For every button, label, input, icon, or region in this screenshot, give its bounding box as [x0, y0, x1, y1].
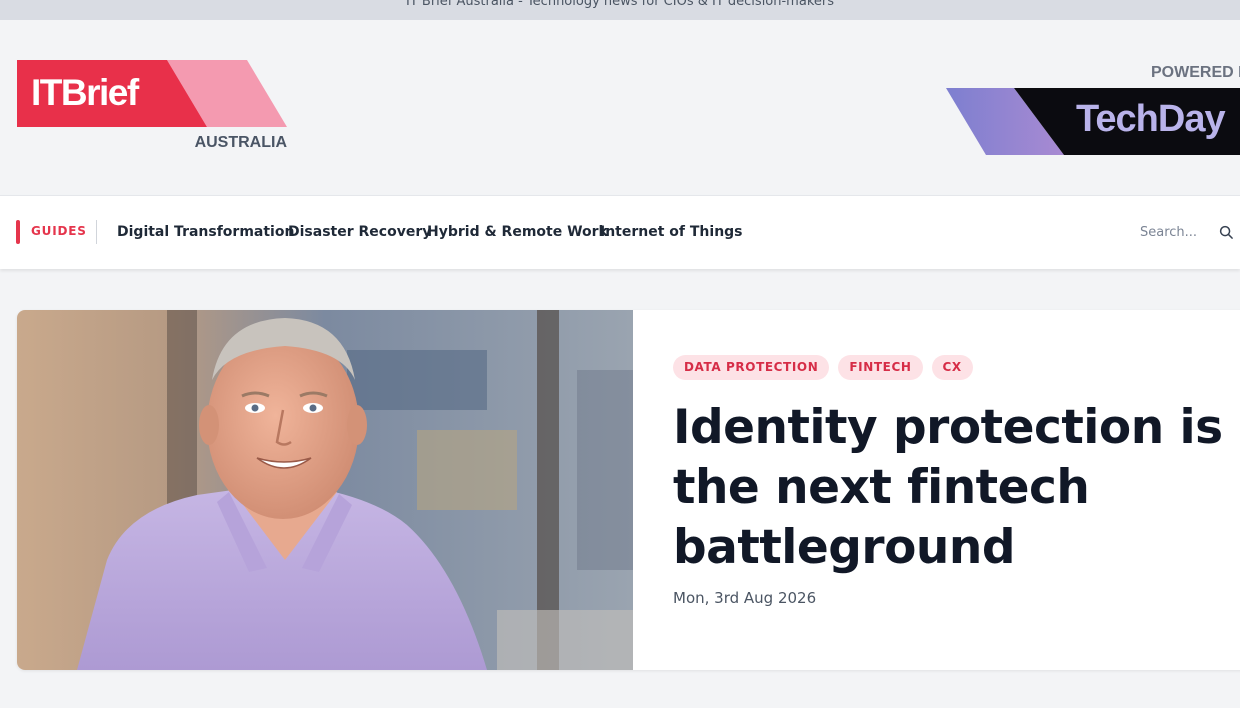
search-input[interactable] [1140, 222, 1214, 242]
featured-article-content: DATA PROTECTION FINTECH CX Identity prot… [673, 310, 1240, 670]
logo-region: AUSTRALIA [194, 134, 287, 151]
window-title-bar: IT Brief Australia - Technology news for… [0, 0, 1240, 20]
tag-cx[interactable]: CX [931, 355, 973, 380]
guides-accent-bar [16, 220, 20, 244]
guides-label: GUIDES [31, 224, 87, 238]
window-title: IT Brief Australia - Technology news for… [406, 0, 834, 9]
partner-logo[interactable]: TechDay [946, 88, 1240, 155]
article-date: Mon, 3rd Aug 2026 [673, 589, 817, 607]
site-logo[interactable]: ITBrief AUSTRALIA [17, 60, 287, 151]
nav-link-internet-of-things[interactable]: Internet of Things [600, 224, 743, 240]
partner-logo-text: TechDay [1076, 98, 1226, 140]
search-icon[interactable] [1219, 225, 1234, 240]
nav-link-hybrid-remote-work[interactable]: Hybrid & Remote Work [427, 224, 608, 240]
nav-divider [96, 220, 97, 244]
featured-article-card[interactable]: DATA PROTECTION FINTECH CX Identity prot… [17, 310, 1240, 670]
tag-data-protection[interactable]: DATA PROTECTION [673, 355, 830, 380]
nav-link-digital-transformation[interactable]: Digital Transformation [117, 224, 294, 240]
article-headline[interactable]: Identity protection is the next fintech … [673, 398, 1233, 578]
masthead: ITBrief AUSTRALIA POWERED BY TechDay [0, 20, 1240, 195]
tag-fintech[interactable]: FINTECH [838, 355, 923, 380]
nav-link-disaster-recovery[interactable]: Disaster Recovery [288, 224, 431, 240]
portrait-photo [17, 310, 633, 670]
tag-list: DATA PROTECTION FINTECH CX [673, 355, 973, 380]
featured-image[interactable] [17, 310, 633, 670]
powered-by-label: POWERED BY [1151, 64, 1240, 81]
logo-text: ITBrief [31, 72, 139, 113]
guides-nav: GUIDES Digital Transformation Disaster R… [0, 195, 1240, 269]
